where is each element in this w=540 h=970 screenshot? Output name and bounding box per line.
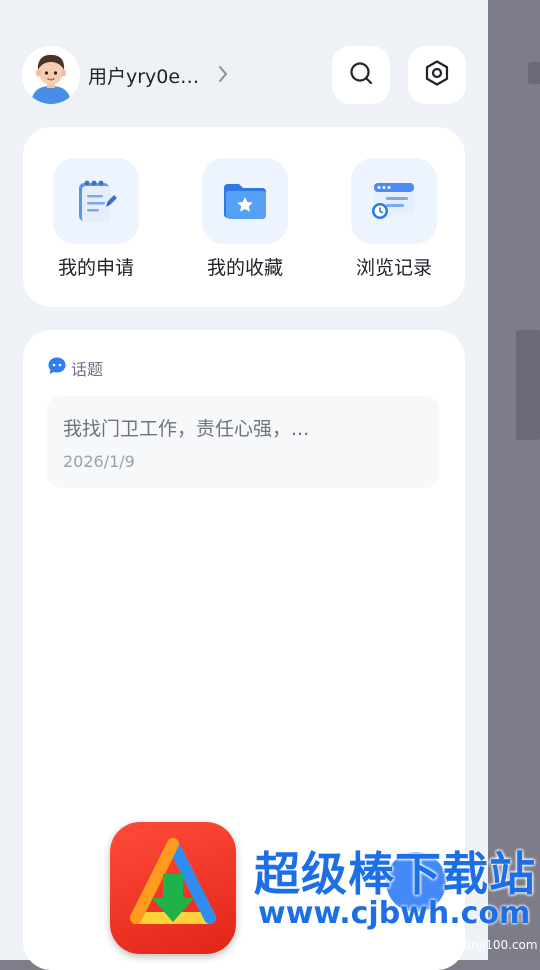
browser-history-icon <box>351 158 437 244</box>
topic-post-date: 2026/1/9 <box>63 452 135 471</box>
profile-header: 用户yry0e… <box>22 46 466 104</box>
quick-action-label: 我的收藏 <box>206 257 283 279</box>
topic-post-text: 我找门卫工作，责任心强，... <box>63 418 310 440</box>
notepad-icon <box>53 158 139 244</box>
watermark-logo <box>110 822 236 954</box>
username[interactable]: 用户yry0e… <box>88 62 199 89</box>
star-folder-icon <box>202 158 288 244</box>
settings-button[interactable] <box>408 46 466 104</box>
quick-actions-card: 我的申请 我的收藏 浏览记录 <box>23 127 465 307</box>
quick-action-favorites[interactable]: 我的收藏 <box>172 127 322 307</box>
settings-icon <box>423 59 451 91</box>
quick-action-history[interactable]: 浏览记录 <box>321 127 471 307</box>
chat-bubble-icon <box>47 356 67 380</box>
chevron-right-icon[interactable] <box>217 65 229 87</box>
watermark-title: 超级棒下载站 <box>254 847 536 901</box>
search-icon <box>348 60 374 90</box>
search-button[interactable] <box>332 46 390 104</box>
watermark-url: www.cjbwh.com <box>258 896 531 931</box>
watermark-sub: danji100.com <box>456 938 538 952</box>
quick-action-label: 我的申请 <box>57 257 134 279</box>
quick-action-label: 浏览记录 <box>355 257 432 279</box>
user-avatar[interactable] <box>22 46 80 104</box>
background-page-overlay[interactable] <box>488 0 540 960</box>
topics-title: 话题 <box>71 360 104 379</box>
topic-post[interactable]: 我找门卫工作，责任心强，... 2026/1/9 <box>47 396 439 488</box>
side-drawer: 用户yry0e… 我的申请 我的收藏 浏览记录 话题 我找门卫工作，责任心强，.… <box>0 0 488 970</box>
quick-action-applications[interactable]: 我的申请 <box>23 127 173 307</box>
